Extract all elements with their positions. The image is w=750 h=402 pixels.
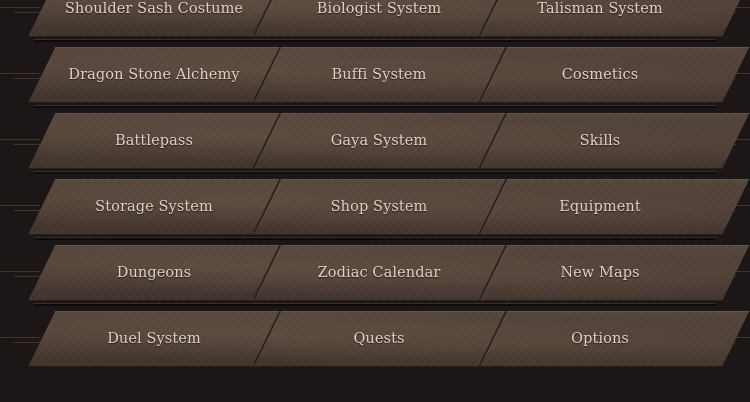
rail-ornament [0,139,40,140]
menu-item-storage-system[interactable]: Storage System [44,179,264,235]
row-divider [34,303,716,306]
menu-item-buffi-system[interactable]: Buffi System [268,47,490,103]
row-divider [34,171,716,174]
row-divider [34,237,716,240]
menu-item-zodiac-calendar[interactable]: Zodiac Calendar [268,245,490,301]
menu-item-talisman-system[interactable]: Talisman System [490,0,710,37]
rail-ornament [0,205,40,206]
menu-row-3: Battlepass Gaya System Skills [0,113,750,169]
menu-row-6: Duel System Quests Options [0,311,750,367]
menu-row-4: Storage System Shop System Equipment [0,179,750,235]
menu-item-new-maps[interactable]: New Maps [490,245,710,301]
menu-item-quests[interactable]: Quests [268,311,490,367]
rail-ornament [0,7,40,8]
menu-row-2: Dragon Stone Alchemy Buffi System Cosmet… [0,47,750,103]
menu-item-equipment[interactable]: Equipment [490,179,710,235]
rail-ornament [0,73,40,74]
menu-item-duel-system[interactable]: Duel System [44,311,264,367]
menu-item-skills[interactable]: Skills [490,113,710,169]
row-divider [34,39,716,42]
menu-item-cosmetics[interactable]: Cosmetics [490,47,710,103]
menu-item-dragon-stone-alchemy[interactable]: Dragon Stone Alchemy [44,47,264,103]
rail-ornament [0,337,40,338]
menu-item-shop-system[interactable]: Shop System [268,179,490,235]
menu-row-1: Shoulder Sash Costume Biologist System T… [0,0,750,37]
row-divider [34,105,716,108]
menu-item-battlepass[interactable]: Battlepass [44,113,264,169]
menu-item-dungeons[interactable]: Dungeons [44,245,264,301]
rail-ornament [0,271,40,272]
feature-menu-grid: Shoulder Sash Costume Biologist System T… [0,0,750,402]
menu-item-shoulder-sash-costume[interactable]: Shoulder Sash Costume [44,0,264,37]
menu-item-gaya-system[interactable]: Gaya System [268,113,490,169]
menu-row-5: Dungeons Zodiac Calendar New Maps [0,245,750,301]
menu-item-biologist-system[interactable]: Biologist System [268,0,490,37]
menu-item-options[interactable]: Options [490,311,710,367]
